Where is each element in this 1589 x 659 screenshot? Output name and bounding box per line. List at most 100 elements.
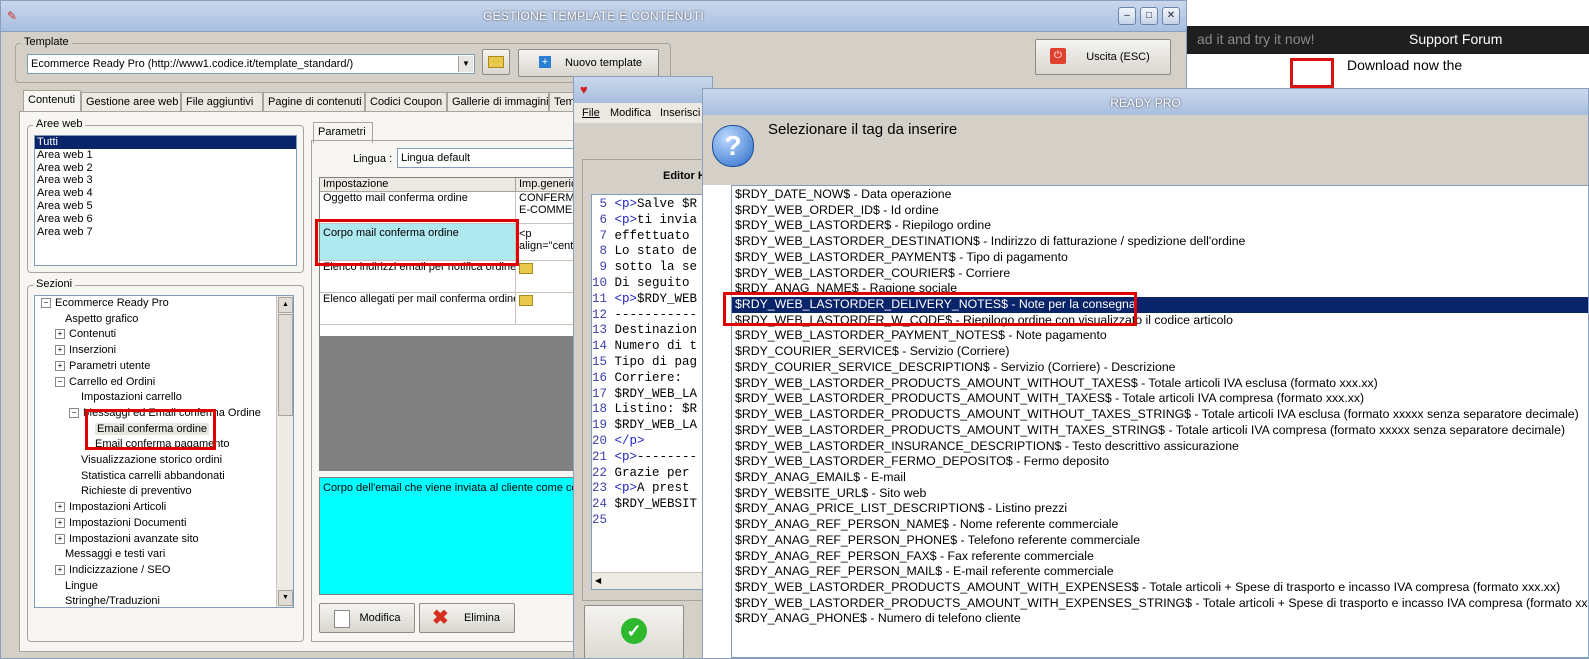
expand-icon[interactable]: + [55, 517, 65, 528]
grid-header-value[interactable]: Imp.generic [516, 178, 578, 192]
edit-button[interactable]: Modifica [319, 603, 415, 633]
tag-list-item[interactable]: $RDY_WEB_LASTORDER_PAYMENT$ - Tipo di pa… [732, 250, 1588, 266]
web-area-item[interactable]: Area web 7 [35, 226, 296, 239]
expand-icon[interactable]: + [55, 329, 65, 340]
tag-list-item[interactable]: $RDY_ANAG_REF_PERSON_MAIL$ - E-mail refe… [732, 564, 1588, 580]
tree-node[interactable]: Email conferma ordine [95, 422, 210, 437]
tree-node[interactable]: + Parametri utente [55, 359, 150, 374]
tree-node[interactable]: − Carrello ed Ordini [55, 375, 155, 390]
confirm-button[interactable]: ✓ [584, 605, 684, 658]
sections-tree[interactable]: − Ecommerce Ready Pro Aspetto grafico + Cont… [34, 295, 294, 608]
tag-list-item[interactable]: $RDY_ANAG_PHONE$ - Numero di telefono cl… [732, 611, 1588, 627]
code-editor[interactable]: 5 <p>Salve $R 6 <p>ti invia 7 effettuato… [591, 194, 712, 590]
tag-list-item[interactable]: $RDY_COURIER_SERVICE_DESCRIPTION$ - Serv… [732, 360, 1588, 376]
tree-node[interactable]: + Impostazioni avanzate sito [55, 532, 199, 547]
scroll-left-icon[interactable]: ◀ [595, 576, 601, 585]
tree-node[interactable]: − Messaggi ed Email conferma Ordine [69, 406, 261, 421]
tag-list-item[interactable]: $RDY_ANAG_REF_PERSON_FAX$ - Fax referent… [732, 549, 1588, 565]
grid-row-value[interactable]: CONFERMA E-COMMER [516, 192, 578, 224]
scroll-up-icon[interactable]: ▲ [278, 297, 293, 313]
tag-list-item[interactable]: $RDY_ANAG_REF_PERSON_NAME$ - Nome refere… [732, 517, 1588, 533]
exit-button[interactable]: ⏻ Uscita (ESC) [1035, 39, 1171, 75]
tag-list-item[interactable]: $RDY_WEB_LASTORDER$ - Riepilogo ordine [732, 218, 1588, 234]
tree-node[interactable]: Aspetto grafico [65, 312, 138, 327]
tag-list-item[interactable]: $RDY_WEB_LASTORDER_DELIVERY_NOTES$ - Not… [732, 297, 1588, 313]
tag-list-item[interactable]: $RDY_WEB_ORDER_ID$ - Id ordine [732, 203, 1588, 219]
tag-list-item[interactable]: $RDY_ANAG_REF_PERSON_PHONE$ - Telefono r… [732, 533, 1588, 549]
tag-list-item[interactable]: $RDY_WEB_LASTORDER_DESTINATION$ - Indiri… [732, 234, 1588, 250]
web-areas-list[interactable]: Tutti Area web 1 Area web 2 Area web 3 Area … [34, 135, 297, 266]
download-now-text[interactable]: Download now the [1347, 57, 1462, 73]
close-button[interactable]: ✕ [1162, 7, 1180, 25]
expand-icon[interactable]: + [55, 360, 65, 371]
expand-icon[interactable]: + [55, 502, 65, 513]
tree-node[interactable]: Visualizzazione storico ordini [81, 453, 222, 468]
tree-node[interactable]: Richieste di preventivo [81, 484, 192, 499]
tree-node[interactable]: + Indicizzazione / SEO [55, 563, 171, 578]
delete-button[interactable]: ✖ Elimina [419, 603, 515, 633]
editor-hscrollbar[interactable]: ◀ [592, 572, 712, 589]
tree-scrollbar[interactable]: ▲ ▼ [276, 296, 293, 607]
support-forum-link[interactable]: Support Forum [1409, 31, 1502, 47]
tag-list[interactable]: $RDY_DATE_NOW$ - Data operazione $RDY_WEB… [731, 185, 1588, 658]
minimize-button[interactable]: – [1118, 7, 1136, 25]
web-area-item[interactable]: Area web 6 [35, 213, 296, 226]
tag-list-item[interactable]: $RDY_WEB_LASTORDER_PRODUCTS_AMOUNT_WITH_… [732, 580, 1588, 596]
grid-row-value-folder[interactable] [516, 293, 578, 325]
tree-node[interactable]: Stringhe/Traduzioni [65, 594, 160, 607]
menu-inserisci[interactable]: Inserisci [660, 107, 700, 119]
grid-row-name[interactable]: Oggetto mail conferma ordine [320, 192, 516, 224]
expand-icon[interactable]: + [55, 345, 65, 356]
tag-list-item[interactable]: $RDY_WEB_LASTORDER_PRODUCTS_AMOUNT_WITH_… [732, 596, 1588, 612]
chevron-down-icon[interactable]: ▼ [458, 56, 473, 72]
tag-list-item[interactable]: $RDY_COURIER_SERVICE$ - Servizio (Corrie… [732, 344, 1588, 360]
grid-row-name[interactable]: Elenco indirizzi email per notifica ordi… [320, 261, 516, 293]
tree-node[interactable]: + Impostazioni Articoli [55, 500, 166, 515]
editor-title-bar[interactable]: ♥ [574, 77, 712, 103]
dialog-title-bar[interactable]: READY PRO [703, 89, 1588, 115]
new-template-button[interactable]: + Nuovo template [518, 49, 659, 77]
tag-list-item[interactable]: $RDY_WEB_LASTORDER_PRODUCTS_AMOUNT_WITHO… [732, 376, 1588, 392]
grid-row-value[interactable]: <p align="cent [516, 224, 578, 261]
tab-gallerie-immagini[interactable]: Gallerie di immagini [447, 92, 549, 111]
web-area-item[interactable]: Area web 1 [35, 149, 296, 162]
grid-row-name[interactable]: Elenco allegati per mail conferma ordine [320, 293, 516, 325]
tag-list-item[interactable]: $RDY_WEB_LASTORDER_PAYMENT_NOTES$ - Note… [732, 328, 1588, 344]
scroll-down-icon[interactable]: ▼ [278, 590, 293, 606]
collapse-icon[interactable]: − [55, 376, 65, 387]
maximize-button[interactable]: □ [1140, 7, 1158, 25]
grid-header-setting[interactable]: Impostazione [320, 178, 516, 192]
tree-node[interactable]: + Contenuti [55, 327, 116, 342]
tab-codici-coupon[interactable]: Codici Coupon [365, 92, 447, 111]
tree-node[interactable]: − Ecommerce Ready Pro [41, 296, 169, 311]
tree-node[interactable]: Statistica carrelli abbandonati [81, 469, 225, 484]
tree-node[interactable]: Lingue [65, 579, 98, 594]
tag-list-item[interactable]: $RDY_WEBSITE_URL$ - Sito web [732, 486, 1588, 502]
collapse-icon[interactable]: − [41, 298, 51, 309]
tab-contenuti[interactable]: Contenuti [23, 90, 81, 111]
scroll-thumb[interactable] [278, 314, 293, 416]
tag-list-item[interactable]: $RDY_WEB_LASTORDER_FERMO_DEPOSITO$ - Fer… [732, 454, 1588, 470]
tag-list-item[interactable]: $RDY_WEB_LASTORDER_W_CODE$ - Riepilogo o… [732, 313, 1588, 329]
menu-file[interactable]: File [582, 107, 600, 119]
tag-list-item[interactable]: $RDY_WEB_LASTORDER_INSURANCE_DESCRIPTION… [732, 439, 1588, 455]
web-area-item[interactable]: Area web 2 [35, 162, 296, 175]
expand-icon[interactable]: + [55, 564, 65, 575]
tag-list-item[interactable]: $RDY_DATE_NOW$ - Data operazione [732, 187, 1588, 203]
tree-node[interactable]: Email conferma pagamento [95, 437, 230, 452]
web-area-item[interactable]: Area web 5 [35, 200, 296, 213]
tree-node[interactable]: Impostazioni carrello [81, 390, 182, 405]
web-area-item[interactable]: Area web 4 [35, 187, 296, 200]
tab-pagine-contenuti[interactable]: Pagine di contenuti [263, 92, 365, 111]
tag-list-item[interactable]: $RDY_WEB_LASTORDER_COURIER$ - Corriere [732, 266, 1588, 282]
tag-list-item[interactable]: $RDY_WEB_LASTORDER_PRODUCTS_AMOUNT_WITH_… [732, 423, 1588, 439]
main-title-bar[interactable]: ✎ GESTIONE TEMPLATE E CONTENUTI – □ ✕ [1, 1, 1186, 32]
collapse-icon[interactable]: − [69, 407, 79, 418]
language-select[interactable]: Lingua default [397, 148, 575, 168]
tab-file-aggiuntivi[interactable]: File aggiuntivi [181, 92, 263, 111]
tag-list-item[interactable]: $RDY_ANAG_PRICE_LIST_DESCRIPTION$ - List… [732, 501, 1588, 517]
template-select[interactable]: Ecommerce Ready Pro (http://www1.codice.… [27, 54, 475, 74]
grid-row-value-folder[interactable] [516, 261, 578, 293]
tag-list-item[interactable]: $RDY_ANAG_EMAIL$ - E-mail [732, 470, 1588, 486]
menu-modifica[interactable]: Modifica [610, 107, 651, 119]
